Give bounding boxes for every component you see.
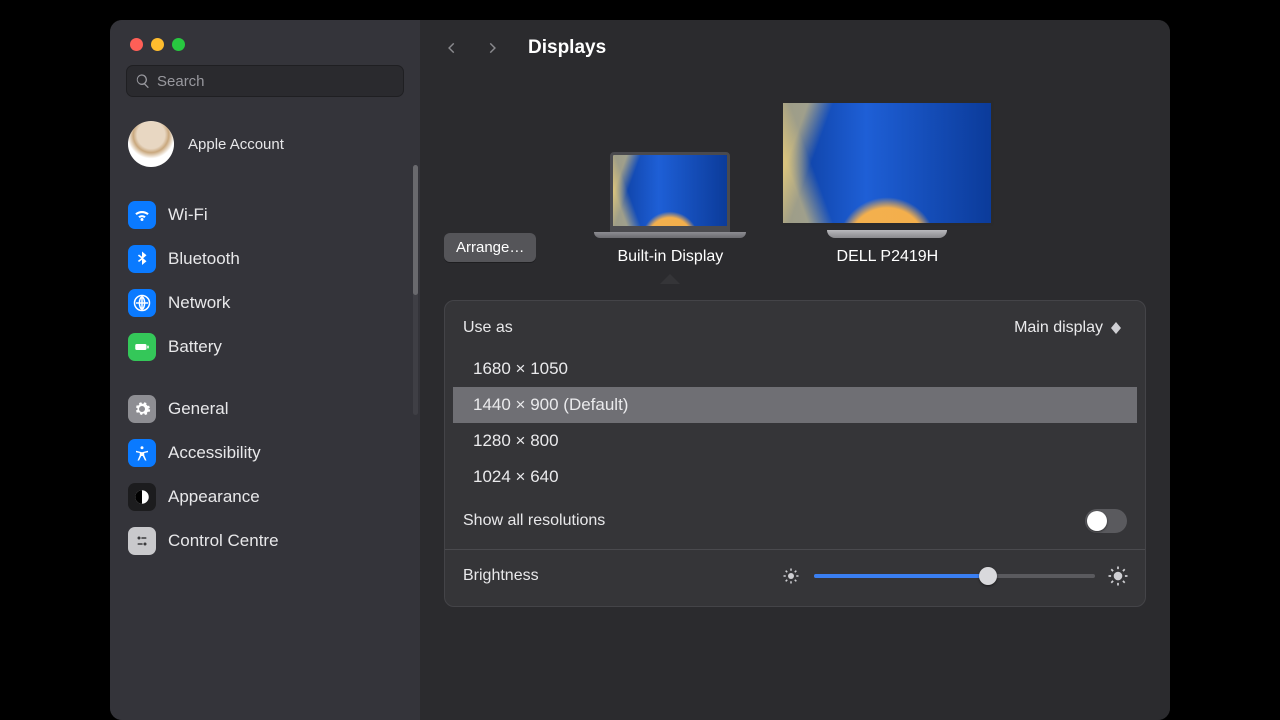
search-placeholder: Search — [157, 73, 205, 90]
forward-button[interactable] — [480, 36, 504, 60]
accessibility-icon — [128, 439, 156, 467]
sidebar-item-label: Wi-Fi — [168, 205, 208, 225]
content-pane: Displays Arrange… Built-in Display DELL P… — [420, 20, 1170, 720]
battery-icon — [128, 333, 156, 361]
wifi-icon — [128, 201, 156, 229]
sidebar-item-control-centre[interactable]: Control Centre — [120, 521, 410, 561]
resolution-list: 1680 × 10501440 × 900 (Default)1280 × 80… — [453, 351, 1137, 495]
updown-icon — [1111, 319, 1127, 337]
brightness-row: Brightness — [445, 562, 1145, 590]
brightness-low-icon — [782, 567, 800, 585]
brightness-label: Brightness — [463, 567, 768, 585]
close-icon[interactable] — [130, 38, 143, 51]
displays-row: Arrange… Built-in Display DELL P2419H — [420, 70, 1170, 280]
search-input[interactable]: Search — [126, 65, 404, 97]
sidebar-nav: Wi-Fi Bluetooth Network Battery General Acces… — [110, 189, 420, 561]
sidebar-item-label: Control Centre — [168, 531, 279, 551]
sidebar-item-label: Appearance — [168, 487, 260, 507]
window-controls — [110, 20, 420, 65]
sidebar-item-wi-fi[interactable]: Wi-Fi — [120, 195, 410, 235]
globe-icon — [128, 289, 156, 317]
sidebar: Search Apple Account Wi-Fi Bluetooth Netwo… — [110, 20, 420, 720]
controls-icon — [128, 527, 156, 555]
sidebar-item-label: Accessibility — [168, 443, 261, 463]
divider — [445, 549, 1145, 550]
show-all-resolutions-row: Show all resolutions — [445, 505, 1145, 537]
sidebar-item-label: General — [168, 399, 228, 419]
sidebar-item-battery[interactable]: Battery — [120, 327, 410, 367]
display-dell-p2419h[interactable]: DELL P2419H — [780, 100, 994, 266]
display-settings-panel: Use as Main display 1680 × 10501440 × 90… — [444, 300, 1146, 607]
minimize-icon[interactable] — [151, 38, 164, 51]
display-label: Built-in Display — [617, 248, 723, 266]
resolution-option[interactable]: 1024 × 640 — [453, 459, 1137, 495]
appearance-icon — [128, 483, 156, 511]
sidebar-item-label: Battery — [168, 337, 222, 357]
gear-icon — [128, 395, 156, 423]
chevron-left-icon — [445, 41, 459, 55]
avatar — [128, 121, 174, 167]
sidebar-item-accessibility[interactable]: Accessibility — [120, 433, 410, 473]
sidebar-item-network[interactable]: Network — [120, 283, 410, 323]
settings-window: Search Apple Account Wi-Fi Bluetooth Netwo… — [110, 20, 1170, 720]
page-title: Displays — [528, 37, 606, 59]
sidebar-item-general[interactable]: General — [120, 389, 410, 429]
use-as-label: Use as — [463, 319, 513, 337]
use-as-value: Main display — [1014, 319, 1103, 337]
display-built-in-display[interactable]: Built-in Display — [594, 152, 746, 266]
show-all-resolutions-toggle[interactable] — [1085, 509, 1127, 533]
display-label: DELL P2419H — [837, 248, 939, 266]
resolution-option[interactable]: 1440 × 900 (Default) — [453, 387, 1137, 423]
back-button[interactable] — [440, 36, 464, 60]
chevron-right-icon — [485, 41, 499, 55]
sidebar-item-label: Network — [168, 293, 230, 313]
topbar: Displays — [420, 20, 1170, 70]
search-field-wrap: Search — [110, 65, 420, 111]
brightness-high-icon — [1108, 566, 1129, 587]
sidebar-scrollbar[interactable] — [413, 165, 418, 415]
use-as-row: Use as Main display — [445, 315, 1145, 341]
show-all-resolutions-label: Show all resolutions — [463, 512, 605, 530]
account-label: Apple Account — [188, 136, 284, 153]
arrange-button[interactable]: Arrange… — [444, 233, 536, 262]
use-as-select[interactable]: Main display — [1014, 319, 1127, 337]
resolution-option[interactable]: 1280 × 800 — [453, 423, 1137, 459]
sidebar-item-label: Bluetooth — [168, 249, 240, 269]
search-icon — [135, 73, 151, 89]
brightness-slider[interactable] — [814, 566, 1095, 586]
sidebar-item-appearance[interactable]: Appearance — [120, 477, 410, 517]
sidebar-item-bluetooth[interactable]: Bluetooth — [120, 239, 410, 279]
bluetooth-icon — [128, 245, 156, 273]
zoom-icon[interactable] — [172, 38, 185, 51]
resolution-option[interactable]: 1680 × 1050 — [453, 351, 1137, 387]
apple-account-row[interactable]: Apple Account — [110, 111, 420, 189]
